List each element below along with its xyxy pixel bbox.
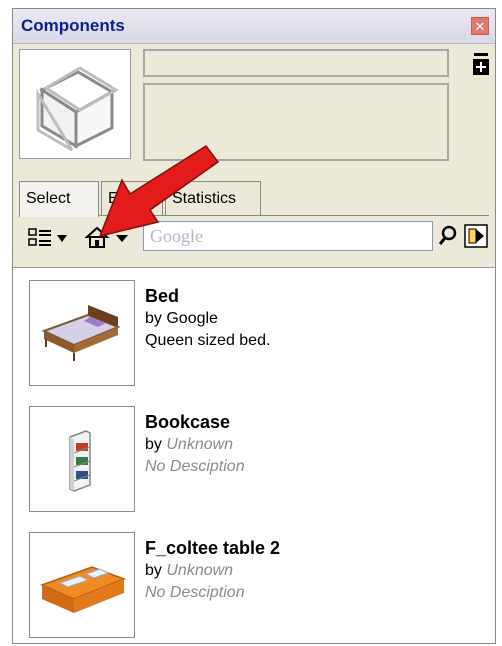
- list-item-bed[interactable]: Bed by Google Queen sized bed.: [29, 280, 469, 388]
- navigation-button[interactable]: [463, 221, 491, 251]
- search-input[interactable]: Google: [143, 221, 433, 251]
- list-item-bookcase[interactable]: Bookcase by Unknown No Desciption: [29, 406, 469, 514]
- details-button[interactable]: [471, 51, 491, 79]
- coffee-table-thumbnail: [29, 532, 135, 638]
- item-author-line: by Google: [145, 310, 218, 328]
- by-label: by: [145, 436, 162, 453]
- item-author: Google: [166, 310, 218, 327]
- component-name-field[interactable]: [143, 49, 449, 77]
- tab-statistics[interactable]: Statistics: [165, 181, 261, 215]
- bookcase-icon: [69, 430, 91, 492]
- bed-thumbnail: [29, 280, 135, 386]
- window-title: Components: [21, 16, 125, 35]
- by-label: by: [145, 310, 162, 327]
- component-description-field[interactable]: [143, 83, 449, 161]
- chevron-down-icon: [116, 235, 128, 242]
- item-description: No Desciption: [145, 584, 245, 601]
- tab-select[interactable]: Select: [19, 181, 99, 217]
- components-list: Bed by Google Queen sized bed. Bookcase …: [13, 267, 495, 643]
- item-author: Unknown: [166, 436, 234, 453]
- by-label: by: [145, 562, 162, 579]
- navigate-forward-icon: [464, 224, 488, 248]
- coffee-table-icon: [39, 566, 127, 613]
- bookcase-thumbnail: [29, 406, 135, 512]
- list-view-icon: [28, 228, 67, 246]
- search-button[interactable]: [435, 221, 461, 251]
- component-preview: [19, 49, 131, 159]
- bed-icon: [41, 305, 121, 361]
- list-item-coffee-table[interactable]: F_coltee table 2 by Unknown No Desciptio…: [29, 532, 469, 640]
- item-name: F_coltee table 2: [145, 538, 281, 558]
- item-description: No Desciption: [145, 458, 245, 475]
- item-description: Queen sized bed.: [145, 332, 271, 349]
- cube-preview-icon: [36, 66, 119, 152]
- home-button[interactable]: [83, 225, 111, 251]
- close-button[interactable]: ✕: [471, 17, 489, 35]
- home-icon: [84, 226, 110, 248]
- home-dropdown-button[interactable]: [113, 225, 131, 251]
- item-author: Unknown: [166, 562, 234, 579]
- item-name: Bookcase: [145, 412, 231, 432]
- title-bar[interactable]: Components ✕: [13, 9, 495, 44]
- view-options-button[interactable]: [27, 225, 73, 251]
- item-author-line: by Unknown: [145, 436, 233, 454]
- details-icon: [473, 53, 489, 75]
- components-window: Components ✕ Select Edit Statistics Goog…: [12, 8, 496, 644]
- search-icon: [438, 225, 457, 245]
- search-placeholder: Google: [150, 226, 203, 246]
- tab-edit[interactable]: Edit: [101, 181, 163, 215]
- item-name: Bed: [145, 286, 180, 306]
- item-author-line: by Unknown: [145, 562, 233, 580]
